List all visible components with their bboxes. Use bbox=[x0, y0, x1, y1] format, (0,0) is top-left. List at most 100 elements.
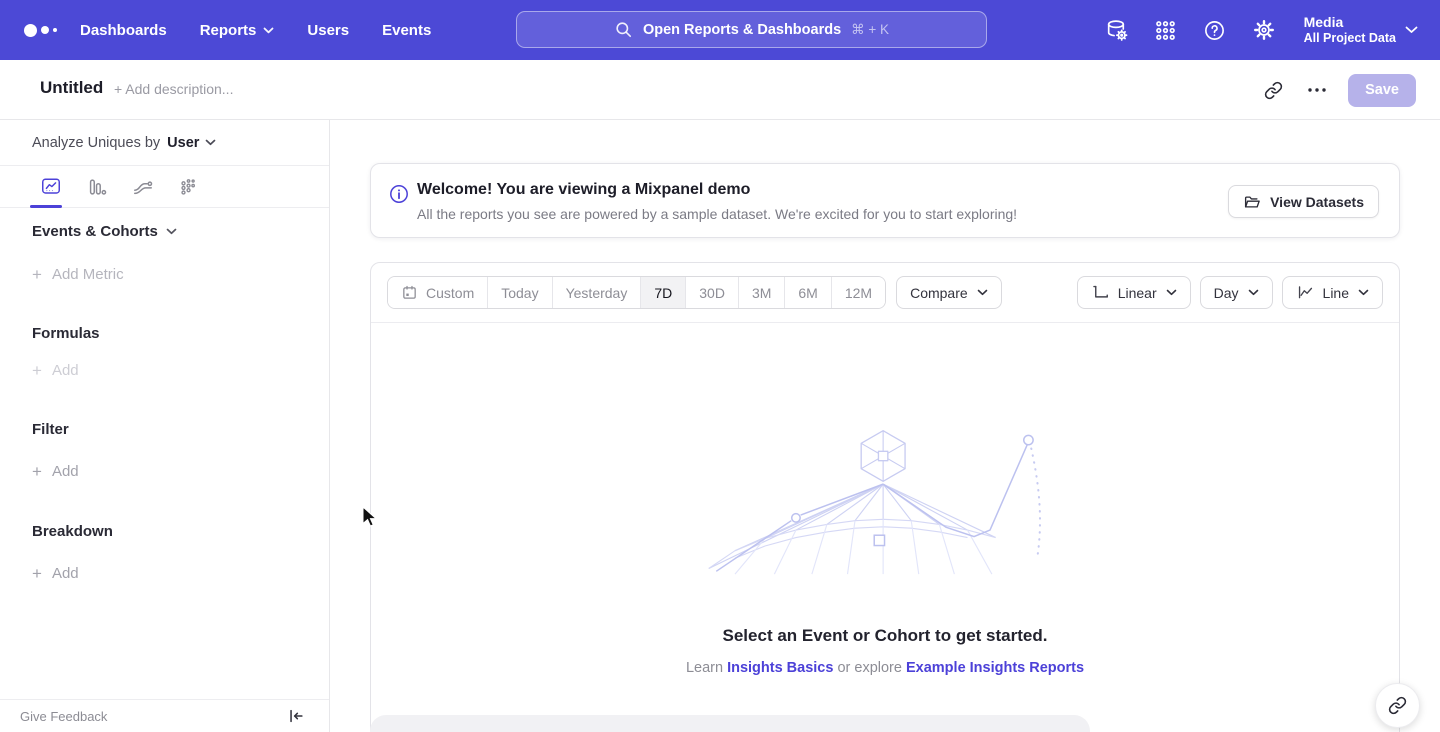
bar-chart-icon bbox=[86, 176, 108, 198]
chevron-down-icon bbox=[263, 27, 274, 34]
events-cohorts-header[interactable]: Events & Cohorts bbox=[32, 223, 177, 240]
formulas-header: Formulas bbox=[32, 325, 100, 342]
calendar-icon bbox=[401, 284, 418, 301]
project-subtitle: All Project Data bbox=[1304, 31, 1396, 46]
date-range-12m[interactable]: 12M bbox=[832, 277, 885, 308]
plus-icon: + bbox=[32, 363, 42, 378]
linear-axes-icon bbox=[1091, 283, 1110, 302]
chevron-down-icon bbox=[1405, 26, 1418, 34]
wireframe-mountain-illustration bbox=[695, 426, 1075, 576]
nav-dashboards[interactable]: Dashboards bbox=[80, 22, 167, 39]
top-nav: Dashboards Reports Users Events Open Rep… bbox=[0, 0, 1440, 60]
analyze-value-dropdown[interactable]: User bbox=[167, 135, 216, 151]
save-button[interactable]: Save bbox=[1348, 74, 1416, 107]
example-insights-reports-link[interactable]: Example Insights Reports bbox=[906, 660, 1084, 676]
add-breakdown-button[interactable]: + Add bbox=[32, 565, 79, 582]
report-title[interactable]: Untitled bbox=[40, 78, 103, 98]
breakdown-header: Breakdown bbox=[32, 523, 113, 540]
search-placeholder: Open Reports & Dashboards bbox=[643, 22, 841, 38]
search-shortcut: ⌘ + K bbox=[851, 22, 889, 38]
visualization-tabs bbox=[0, 166, 329, 208]
chevron-down-icon bbox=[1358, 289, 1369, 296]
info-icon bbox=[389, 184, 409, 204]
collapse-icon bbox=[287, 707, 305, 725]
chevron-down-icon bbox=[1166, 289, 1177, 296]
flow-icon bbox=[132, 176, 154, 198]
line-chart-icon bbox=[1296, 283, 1315, 302]
selected-tab-indicator bbox=[30, 205, 62, 208]
empty-state-subtitle: Learn Insights Basics or explore Example… bbox=[371, 660, 1399, 676]
compare-dropdown[interactable]: Compare bbox=[896, 276, 1002, 309]
date-range-30d[interactable]: 30D bbox=[686, 277, 739, 308]
date-range-3m[interactable]: 3M bbox=[739, 277, 785, 308]
nav-events[interactable]: Events bbox=[382, 22, 431, 39]
add-metric-button[interactable]: + Add Metric bbox=[32, 266, 124, 283]
link-icon bbox=[1388, 696, 1407, 715]
ellipsis-icon bbox=[1308, 88, 1326, 92]
chevron-down-icon bbox=[166, 228, 177, 235]
chevron-down-icon bbox=[1248, 289, 1259, 296]
help-icon[interactable] bbox=[1202, 17, 1228, 43]
insights-chart-icon bbox=[40, 176, 62, 198]
empty-state: Select an Event or Cohort to get started… bbox=[371, 426, 1399, 676]
logo-dot-icon bbox=[53, 28, 57, 32]
nav-reports[interactable]: Reports bbox=[200, 22, 275, 39]
analyze-label: Analyze Uniques by bbox=[32, 135, 160, 151]
date-controls: Custom Today Yesterday 7D 30D 3M 6M 12M … bbox=[387, 276, 1002, 309]
share-link-fab[interactable] bbox=[1375, 683, 1420, 728]
demo-welcome-banner: Welcome! You are viewing a Mixpanel demo… bbox=[370, 163, 1400, 238]
tab-flows[interactable] bbox=[120, 166, 166, 208]
primary-nav: Dashboards Reports Users Events bbox=[80, 0, 431, 60]
collapse-sidebar-button[interactable] bbox=[287, 707, 305, 725]
empty-state-title: Select an Event or Cohort to get started… bbox=[371, 626, 1399, 646]
search-icon bbox=[614, 20, 633, 39]
date-range-6m[interactable]: 6M bbox=[785, 277, 831, 308]
next-section-card-edge bbox=[370, 715, 1090, 732]
report-header: Untitled + Add description... Save bbox=[0, 60, 1440, 120]
give-feedback-link[interactable]: Give Feedback bbox=[20, 709, 107, 724]
logo-dot-icon bbox=[41, 26, 49, 34]
chevron-down-icon bbox=[977, 289, 988, 296]
settings-gear-icon[interactable] bbox=[1251, 17, 1277, 43]
interval-dropdown[interactable]: Day bbox=[1200, 276, 1273, 309]
report-toolbar: Custom Today Yesterday 7D 30D 3M 6M 12M … bbox=[371, 263, 1399, 323]
insights-report-panel: Custom Today Yesterday 7D 30D 3M 6M 12M … bbox=[370, 262, 1400, 732]
project-switcher[interactable]: Media All Project Data bbox=[1304, 14, 1418, 46]
date-range-7d[interactable]: 7D bbox=[641, 277, 686, 308]
date-range-custom[interactable]: Custom bbox=[388, 277, 488, 308]
tab-metrics[interactable] bbox=[166, 166, 212, 208]
filter-header: Filter bbox=[32, 421, 69, 438]
more-options-button[interactable] bbox=[1300, 73, 1334, 107]
mixpanel-logo[interactable] bbox=[24, 0, 57, 60]
insights-basics-link[interactable]: Insights Basics bbox=[727, 660, 833, 676]
add-filter-button[interactable]: + Add bbox=[32, 463, 79, 480]
apps-grid-icon[interactable] bbox=[1153, 17, 1179, 43]
data-management-icon[interactable] bbox=[1104, 17, 1130, 43]
chart-type-dropdown[interactable]: Line bbox=[1282, 276, 1383, 309]
nav-users[interactable]: Users bbox=[307, 22, 349, 39]
date-range-yesterday[interactable]: Yesterday bbox=[553, 277, 642, 308]
copy-link-button[interactable] bbox=[1256, 73, 1290, 107]
scale-dropdown[interactable]: Linear bbox=[1077, 276, 1191, 309]
plus-icon: + bbox=[32, 464, 42, 479]
query-builder-sidebar: Analyze Uniques by User bbox=[0, 120, 330, 732]
report-actions: Save bbox=[1256, 60, 1416, 120]
view-datasets-button[interactable]: View Datasets bbox=[1228, 185, 1379, 218]
chart-controls: Linear Day Line bbox=[1077, 276, 1383, 309]
banner-title: Welcome! You are viewing a Mixpanel demo bbox=[417, 181, 750, 199]
chevron-down-icon bbox=[205, 139, 216, 146]
logo-dot-icon bbox=[24, 24, 37, 37]
plus-icon: + bbox=[32, 566, 42, 581]
date-range-segmented-control: Custom Today Yesterday 7D 30D 3M 6M 12M bbox=[387, 276, 886, 309]
analyze-row: Analyze Uniques by User bbox=[0, 120, 329, 166]
add-formula-button[interactable]: + Add bbox=[32, 362, 79, 379]
add-description-field[interactable]: + Add description... bbox=[114, 81, 233, 97]
tab-bar-chart[interactable] bbox=[74, 166, 120, 208]
main-content: Welcome! You are viewing a Mixpanel demo… bbox=[330, 120, 1440, 732]
global-search[interactable]: Open Reports & Dashboards ⌘ + K bbox=[516, 11, 987, 48]
folder-icon bbox=[1243, 193, 1261, 211]
banner-subtitle: All the reports you see are powered by a… bbox=[417, 206, 1017, 222]
tab-insights[interactable] bbox=[28, 166, 74, 208]
date-range-today[interactable]: Today bbox=[488, 277, 552, 308]
nav-right-cluster: Media All Project Data bbox=[1104, 0, 1418, 60]
